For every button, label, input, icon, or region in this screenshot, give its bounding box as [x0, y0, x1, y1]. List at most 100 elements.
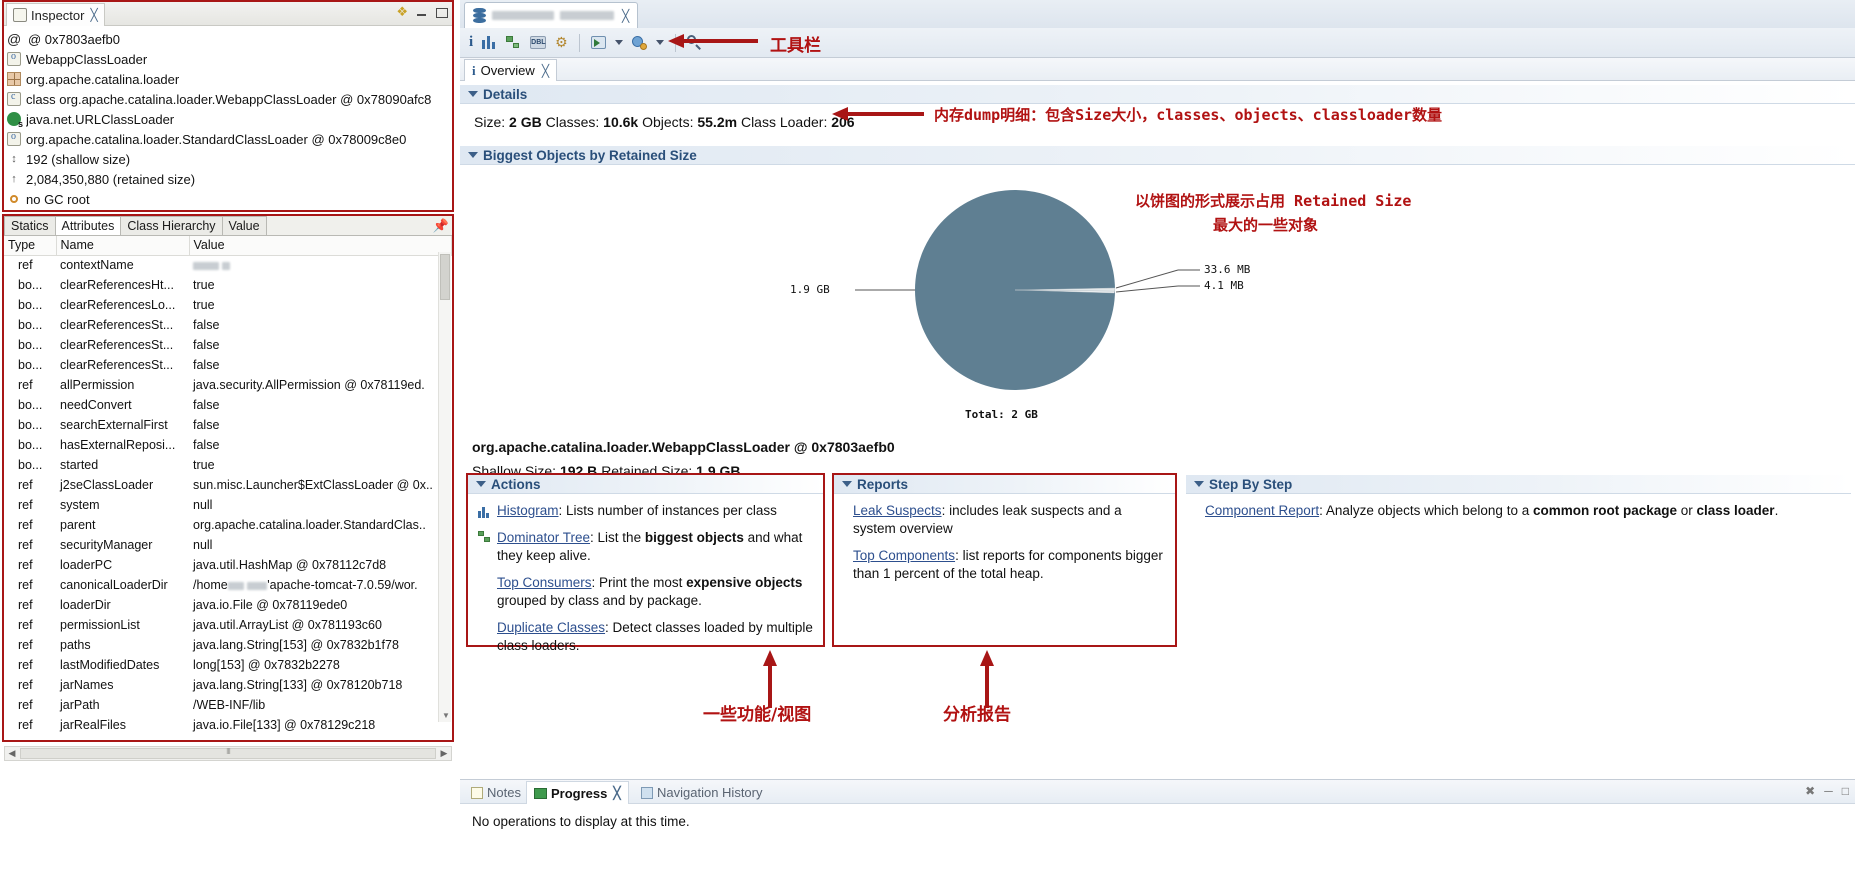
reports-header[interactable]: Reports — [834, 475, 1175, 494]
step-component-report[interactable]: Component Report: Analyze objects which … — [1205, 502, 1841, 520]
link-histogram[interactable]: Histogram — [497, 503, 559, 518]
chevron-down-icon[interactable]: ▼ — [442, 711, 450, 720]
link-top-components[interactable]: Top Components — [853, 548, 955, 563]
stepbystep-header[interactable]: Step By Step — [1186, 475, 1851, 494]
list-item[interactable]: class org.apache.catalina.loader.WebappC… — [7, 89, 452, 109]
table-row[interactable]: ref jarPath/WEB-INF/lib — [4, 695, 452, 715]
chevron-down-icon[interactable] — [614, 40, 623, 45]
maximize-icon[interactable] — [435, 6, 448, 19]
section-biggest-header[interactable]: Biggest Objects by Retained Size — [460, 146, 1855, 165]
link-dominator-tree[interactable]: Dominator Tree — [497, 530, 590, 545]
table-row[interactable]: ref permissionList java.util.ArrayList @ 0… — [4, 615, 452, 635]
list-item[interactable]: @ @ 0x7803aefb0 — [7, 29, 452, 49]
pin-icon[interactable]: 📌 — [433, 218, 449, 234]
table-row[interactable]: bo... hasExternalReposi... false — [4, 435, 452, 455]
table-row[interactable]: ref jarRealFiles java.io.File[133] @ 0x781… — [4, 715, 452, 735]
report-top-components[interactable]: Top Components: list reports for compone… — [853, 547, 1165, 583]
table-row[interactable]: ref loaderDir java.io.File @ 0x78119ede0 — [4, 595, 452, 615]
list-item-label: org.apache.catalina.loader — [26, 71, 180, 87]
tab-navigation-history[interactable]: Navigation History — [634, 781, 770, 804]
link-leak-suspects[interactable]: Leak Suspects — [853, 503, 942, 518]
scrollbar-thumb[interactable] — [440, 254, 450, 300]
chevron-right-icon[interactable]: ▶ — [437, 748, 451, 759]
table-row[interactable]: bo... clearReferencesHt... true — [4, 275, 452, 295]
twisty-down-icon[interactable] — [468, 91, 478, 97]
table-row[interactable]: ref allPermission java.security.AllPermiss… — [4, 375, 452, 395]
table-row[interactable]: bo... searchExternalFirst false — [4, 415, 452, 435]
tab-progress[interactable]: Progress ╳ — [526, 781, 629, 804]
column-header-name[interactable]: Name — [56, 236, 190, 256]
inspector-info-icon[interactable]: i — [469, 34, 473, 51]
close-icon[interactable]: ╳ — [90, 8, 97, 22]
list-item[interactable]: org.apache.catalina.loader.StandardClass… — [7, 129, 452, 149]
twisty-down-icon[interactable] — [476, 481, 486, 487]
minimize-icon[interactable]: ─ — [1824, 784, 1833, 798]
action-text: Top Consumers: Print the most expensive … — [497, 574, 813, 610]
close-icon[interactable]: ╳ — [622, 9, 629, 23]
table-row[interactable]: ref securityManager null — [4, 535, 452, 555]
minimize-icon[interactable] — [415, 6, 428, 19]
link-component-report[interactable]: Component Report — [1205, 503, 1319, 518]
tab-overview[interactable]: i Overview ╳ — [464, 59, 558, 81]
chevron-left-icon[interactable]: ◀ — [5, 748, 19, 759]
table-row[interactable]: ref lastModifiedDates long[153] @ 0x7832b2… — [4, 655, 452, 675]
table-row[interactable]: ref j2seClassLoader sun.misc.Launcher$ExtC… — [4, 475, 452, 495]
tab-inspector[interactable]: Inspector ╳ — [6, 3, 105, 26]
table-row[interactable]: ref parent org.apache.catalina.loader.Stan… — [4, 515, 452, 535]
link-duplicate-classes[interactable]: Duplicate Classes — [497, 620, 605, 635]
list-item[interactable]: no GC root — [7, 189, 452, 209]
cell-name: jarNames — [60, 678, 114, 692]
tab-statics[interactable]: Statics — [4, 216, 56, 235]
attributes-vertical-scrollbar[interactable]: ▼ — [438, 252, 451, 722]
table-row[interactable]: ref system null — [4, 495, 452, 515]
table-row[interactable]: ref jarNames java.lang.String[133] @ 0x781… — [4, 675, 452, 695]
tab-class-hierarchy[interactable]: Class Hierarchy — [120, 216, 223, 235]
list-item[interactable]: ↑ 2,084,350,880 (retained size) — [7, 169, 452, 189]
twisty-down-icon[interactable] — [1194, 481, 1204, 487]
table-row[interactable]: bo... clearReferencesSt... false — [4, 355, 452, 375]
section-details-header[interactable]: Details — [460, 85, 1855, 104]
close-icon[interactable]: ╳ — [613, 786, 620, 800]
list-item[interactable]: WebappClassLoader — [7, 49, 452, 69]
report-leak-suspects[interactable]: Leak Suspects: includes leak suspects an… — [853, 502, 1165, 538]
tab-attributes[interactable]: Attributes — [54, 216, 122, 235]
histogram-icon[interactable] — [482, 36, 497, 49]
table-row[interactable]: ref paths java.lang.String[153] @ 0x7832b1… — [4, 635, 452, 655]
list-item[interactable]: ↕ 192 (shallow size) — [7, 149, 452, 169]
table-row[interactable]: bo... needConvert false — [4, 395, 452, 415]
tab-heapdump[interactable]: ╳ — [464, 2, 639, 28]
open-query-browser-icon[interactable] — [590, 36, 606, 49]
table-row[interactable]: bo... clearReferencesLo... true — [4, 295, 452, 315]
chevron-down-icon[interactable] — [655, 40, 664, 45]
table-row[interactable]: bo... clearReferencesSt... false — [4, 335, 452, 355]
table-row[interactable]: ref contextName — [4, 255, 452, 275]
column-header-value[interactable]: Value — [189, 236, 452, 256]
action-histogram[interactable]: Histogram: Lists number of instances per… — [478, 502, 813, 520]
clear-icon[interactable]: ✖ — [1805, 784, 1815, 798]
table-row[interactable]: bo... started true — [4, 455, 452, 475]
dominator-tree-icon[interactable] — [506, 35, 521, 50]
settings-icon[interactable]: ⚙ — [555, 34, 568, 51]
link-top-consumers[interactable]: Top Consumers — [497, 575, 592, 590]
table-row[interactable]: ref canonicalLoaderDir/home 'apache-tomca… — [4, 575, 452, 595]
table-row[interactable]: ref loaderPC java.util.HashMap @ 0x78112c7… — [4, 555, 452, 575]
twisty-down-icon[interactable] — [842, 481, 852, 487]
link-with-editor-icon[interactable]: ❖ — [396, 5, 408, 19]
tab-value[interactable]: Value — [221, 216, 267, 235]
maximize-icon[interactable]: □ — [1842, 784, 1849, 798]
actions-header[interactable]: Actions — [468, 475, 823, 494]
twisty-down-icon[interactable] — [468, 152, 478, 158]
attributes-horizontal-scrollbar[interactable]: ◀ ▶ — [4, 746, 452, 761]
action-dominator-tree[interactable]: Dominator Tree: List the biggest objects… — [478, 529, 813, 565]
list-item-label: 2,084,350,880 (retained size) — [26, 171, 196, 187]
table-row[interactable]: bo... clearReferencesSt... false — [4, 315, 452, 335]
calculate-retained-icon[interactable] — [631, 35, 647, 50]
action-top-consumers[interactable]: Top Consumers: Print the most expensive … — [478, 574, 813, 610]
scrollbar-thumb[interactable] — [20, 748, 436, 759]
column-header-type[interactable]: Type — [4, 236, 57, 256]
tab-notes[interactable]: Notes — [464, 781, 528, 804]
close-icon[interactable]: ╳ — [542, 64, 549, 78]
list-item[interactable]: java.net.URLClassLoader — [7, 109, 452, 129]
oql-icon[interactable]: DBL — [530, 36, 547, 49]
list-item[interactable]: org.apache.catalina.loader — [7, 69, 452, 89]
